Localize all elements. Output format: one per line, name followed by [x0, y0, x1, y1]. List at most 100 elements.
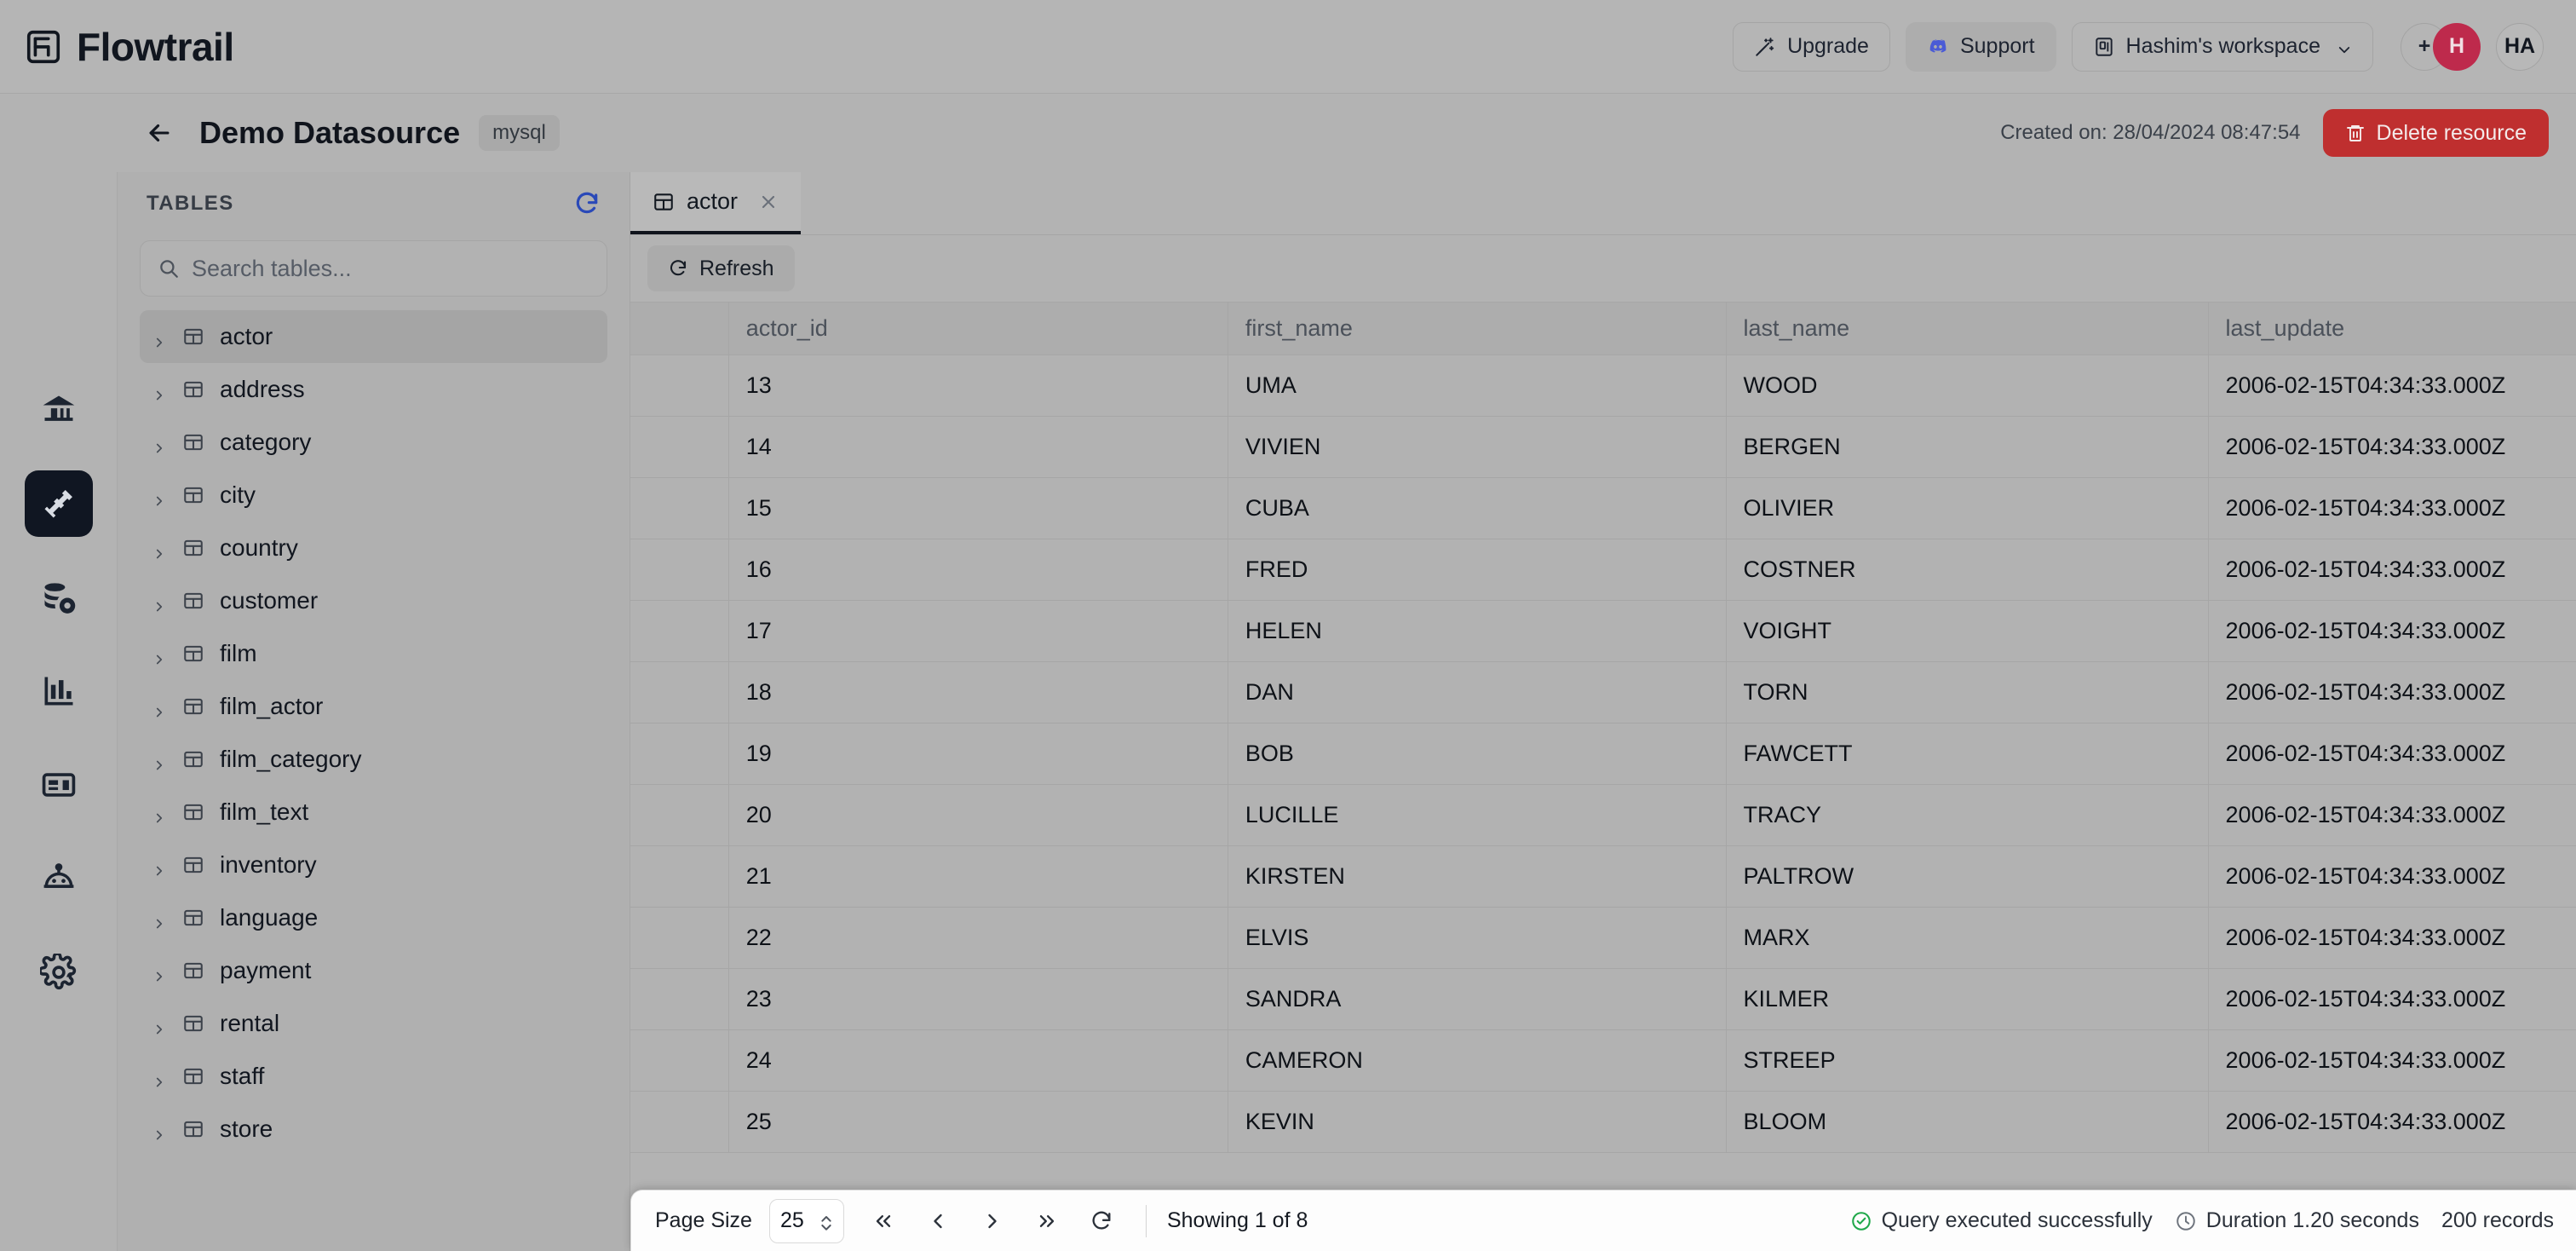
table-cell[interactable]: 18	[728, 661, 1228, 724]
table-row[interactable]: 13 UMA WOOD 2006-02-15T04:34:33.000Z	[630, 355, 2576, 417]
row-handle[interactable]	[630, 661, 729, 724]
table-cell[interactable]: 2006-02-15T04:34:33.000Z	[2208, 539, 2576, 601]
table-cell[interactable]: MARX	[1726, 907, 2209, 969]
column-header[interactable]: first_name	[1228, 302, 1727, 355]
table-list-item[interactable]: film	[140, 627, 607, 680]
table-cell[interactable]: FAWCETT	[1726, 723, 2209, 785]
table-list-item[interactable]: store	[140, 1103, 607, 1156]
table-cell[interactable]: 2006-02-15T04:34:33.000Z	[2208, 723, 2576, 785]
column-header[interactable]: last_update	[2208, 302, 2576, 355]
table-list-item[interactable]: language	[140, 891, 607, 944]
chevron-right-icon[interactable]	[152, 910, 167, 929]
table-cell[interactable]: PALTROW	[1726, 845, 2209, 908]
column-header[interactable]: actor_id	[728, 302, 1228, 355]
table-list-item[interactable]: city	[140, 469, 607, 522]
table-cell[interactable]: STREEP	[1726, 1029, 2209, 1092]
chevron-right-icon[interactable]	[152, 699, 167, 718]
chevron-right-icon[interactable]	[152, 329, 167, 348]
table-cell[interactable]: 2006-02-15T04:34:33.000Z	[2208, 784, 2576, 846]
sidebar-item-home[interactable]	[25, 377, 93, 443]
brand[interactable]: Flowtrail	[24, 24, 234, 70]
table-cell[interactable]: VIVIEN	[1228, 416, 1727, 478]
chevron-right-icon[interactable]	[152, 963, 167, 982]
delete-resource-button[interactable]: Delete resource	[2322, 109, 2549, 157]
table-cell[interactable]: KIRSTEN	[1228, 845, 1727, 908]
table-cell[interactable]: BOB	[1228, 723, 1727, 785]
row-handle[interactable]	[630, 539, 729, 601]
chevron-right-icon[interactable]	[152, 435, 167, 453]
search-tables-wrapper[interactable]	[140, 240, 607, 297]
table-cell[interactable]: 2006-02-15T04:34:33.000Z	[2208, 1091, 2576, 1153]
chevron-right-icon[interactable]	[152, 1069, 167, 1087]
chevron-right-icon[interactable]	[152, 857, 167, 876]
table-list-item[interactable]: customer	[140, 574, 607, 627]
chevron-right-icon[interactable]	[152, 646, 167, 665]
row-handle[interactable]	[630, 907, 729, 969]
row-handle[interactable]	[630, 600, 729, 662]
table-list-item[interactable]: rental	[140, 997, 607, 1050]
table-cell[interactable]: CAMERON	[1228, 1029, 1727, 1092]
row-handle[interactable]	[630, 416, 729, 478]
first-page-button[interactable]	[860, 1199, 907, 1243]
table-row[interactable]: 15 CUBA OLIVIER 2006-02-15T04:34:33.000Z	[630, 477, 2576, 539]
row-handle[interactable]	[630, 968, 729, 1030]
row-handle[interactable]	[630, 784, 729, 846]
table-cell[interactable]: 2006-02-15T04:34:33.000Z	[2208, 477, 2576, 539]
row-handle[interactable]	[630, 1091, 729, 1153]
table-cell[interactable]: 2006-02-15T04:34:33.000Z	[2208, 845, 2576, 908]
row-handle[interactable]	[630, 1029, 729, 1092]
reload-page-button[interactable]	[1078, 1199, 1125, 1243]
table-cell[interactable]: 22	[728, 907, 1228, 969]
sidebar-item-charts[interactable]	[25, 658, 93, 724]
table-row[interactable]: 16 FRED COSTNER 2006-02-15T04:34:33.000Z	[630, 539, 2576, 601]
table-cell[interactable]: 20	[728, 784, 1228, 846]
chevron-right-icon[interactable]	[152, 540, 167, 559]
chevron-right-icon[interactable]	[152, 752, 167, 770]
table-row[interactable]: 19 BOB FAWCETT 2006-02-15T04:34:33.000Z	[630, 723, 2576, 785]
table-cell[interactable]: UMA	[1228, 355, 1727, 417]
last-page-button[interactable]	[1023, 1199, 1071, 1243]
table-row[interactable]: 17 HELEN VOIGHT 2006-02-15T04:34:33.000Z	[630, 600, 2576, 662]
table-cell[interactable]: DAN	[1228, 661, 1727, 724]
chevron-right-icon[interactable]	[152, 593, 167, 612]
sidebar-item-datasources[interactable]	[25, 564, 93, 631]
table-cell[interactable]: 17	[728, 600, 1228, 662]
table-cell[interactable]: 2006-02-15T04:34:33.000Z	[2208, 968, 2576, 1030]
chevron-right-icon[interactable]	[152, 1016, 167, 1035]
chevron-right-icon[interactable]	[152, 382, 167, 401]
sidebar-item-connections[interactable]	[24, 470, 93, 537]
table-list-item[interactable]: film_actor	[140, 680, 607, 733]
table-cell[interactable]: BLOOM	[1726, 1091, 2209, 1153]
refresh-icon[interactable]	[573, 190, 601, 217]
workspace-switcher[interactable]: Hashim's workspace	[2071, 21, 2373, 72]
table-cell[interactable]: VOIGHT	[1726, 600, 2209, 662]
table-cell[interactable]: KEVIN	[1228, 1091, 1727, 1153]
table-row[interactable]: 18 DAN TORN 2006-02-15T04:34:33.000Z	[630, 661, 2576, 724]
chevron-right-icon[interactable]	[152, 487, 167, 506]
avatar-user[interactable]: HA	[2496, 22, 2544, 71]
table-row[interactable]: 22 ELVIS MARX 2006-02-15T04:34:33.000Z	[630, 907, 2576, 969]
column-header[interactable]: last_name	[1726, 302, 2209, 355]
row-handle[interactable]	[630, 723, 729, 785]
search-tables-input[interactable]	[192, 255, 589, 282]
table-cell[interactable]: 13	[728, 355, 1228, 417]
table-cell[interactable]: COSTNER	[1726, 539, 2209, 601]
table-list-item[interactable]: staff	[140, 1050, 607, 1103]
close-icon[interactable]	[758, 192, 779, 212]
arrow-left-icon[interactable]	[145, 118, 174, 147]
sidebar-item-ai-agent[interactable]	[25, 845, 93, 912]
page-size-stepper[interactable]: 25	[768, 1198, 844, 1243]
table-cell[interactable]: 23	[728, 968, 1228, 1030]
table-cell[interactable]: 2006-02-15T04:34:33.000Z	[2208, 907, 2576, 969]
table-list-item[interactable]: address	[140, 363, 607, 416]
table-cell[interactable]: 25	[728, 1091, 1228, 1153]
chevron-right-icon[interactable]	[152, 1121, 167, 1140]
table-cell[interactable]: 16	[728, 539, 1228, 601]
table-cell[interactable]: 14	[728, 416, 1228, 478]
avatar-primary[interactable]: H	[2433, 22, 2481, 71]
table-row[interactable]: 23 SANDRA KILMER 2006-02-15T04:34:33.000Z	[630, 968, 2576, 1030]
table-cell[interactable]: CUBA	[1228, 477, 1727, 539]
table-list-item[interactable]: film_category	[140, 733, 607, 786]
table-cell[interactable]: 19	[728, 723, 1228, 785]
row-handle[interactable]	[630, 845, 729, 908]
